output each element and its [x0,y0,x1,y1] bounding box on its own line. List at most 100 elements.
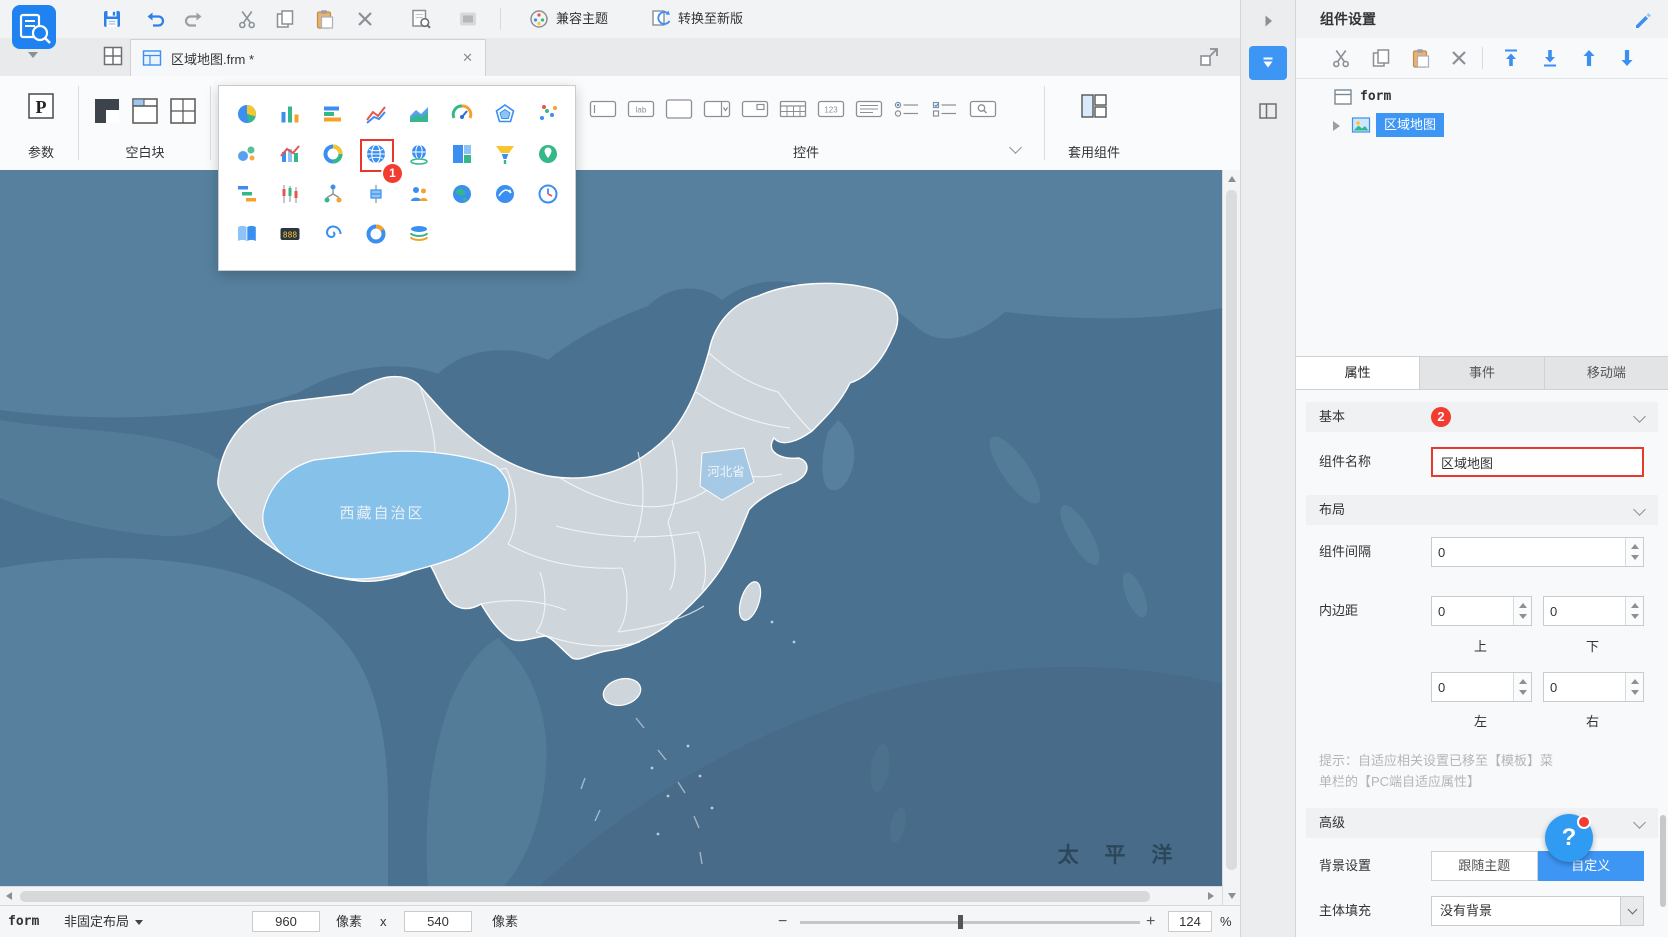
frame-widget-icon[interactable] [736,94,774,124]
zoom-out-button[interactable]: − [778,906,787,937]
tree-row-form[interactable]: form [1296,84,1668,110]
section-advanced[interactable]: 高级 [1306,808,1658,838]
tab-mobile[interactable]: 移动端 [1545,357,1668,389]
panel-copy-button[interactable] [1370,47,1392,69]
chart-icon-gis-map[interactable] [526,134,569,174]
padding-top-input[interactable] [1432,597,1513,625]
move-down-button[interactable] [1616,47,1638,69]
chart-icon-line[interactable] [354,94,397,134]
chart-icon-flow-map[interactable] [483,174,526,214]
radio-widget-icon[interactable] [888,94,926,124]
move-to-top-button[interactable] [1500,47,1522,69]
textarea-widget-icon[interactable] [660,94,698,124]
padding-right-input[interactable] [1544,673,1625,701]
zoom-slider-thumb[interactable] [958,915,963,929]
number-widget-icon[interactable]: 123 [812,94,850,124]
chart-icon-time[interactable] [526,174,569,214]
widget-settings-button[interactable] [1249,46,1287,80]
scroll-up-icon[interactable] [1228,176,1236,182]
zoom-in-button[interactable]: + [1146,906,1155,937]
search-widget-icon[interactable] [964,94,1002,124]
chart-icon-crowd[interactable] [397,174,440,214]
layout-panel-icon[interactable] [1257,100,1279,122]
delete-button[interactable] [354,8,376,30]
move-up-button[interactable] [1578,47,1600,69]
chart-icon-gantt[interactable] [225,174,268,214]
panel-cut-button[interactable] [1330,47,1352,69]
vertical-scroll-thumb[interactable] [1226,190,1237,870]
copy-button[interactable] [274,8,296,30]
padding-left-input[interactable] [1432,673,1513,701]
canvas-horizontal-scrollbar[interactable] [0,886,1222,905]
chart-icon-spiral[interactable] [311,214,354,254]
tab-properties[interactable]: 属性 [1296,357,1421,389]
zoom-value-input[interactable] [1168,911,1212,932]
absolute-block-icon[interactable] [164,94,202,128]
help-button[interactable]: ? [1545,814,1593,862]
panel-paste-button[interactable] [1410,47,1432,69]
select-widget-icon[interactable] [698,94,736,124]
padding-left-arrows[interactable] [1513,673,1531,701]
chart-icon-layer[interactable] [397,214,440,254]
chart-icon-gauge[interactable] [440,94,483,134]
paste-button[interactable] [314,8,336,30]
canvas-vertical-scrollbar[interactable] [1222,170,1240,905]
component-name-input[interactable] [1431,447,1644,477]
chart-icon-bar[interactable] [311,94,354,134]
chart-icon-earth[interactable] [440,174,483,214]
chart-icon-column[interactable] [268,94,311,134]
report-block-icon[interactable] [88,94,126,128]
chart-icon-stock[interactable] [268,174,311,214]
padding-bottom-input[interactable] [1544,597,1625,625]
reuse-components-icon[interactable] [1080,92,1108,123]
chart-icon-map[interactable]: 1 [354,134,402,183]
scroll-right-icon[interactable] [1208,892,1214,900]
body-fill-select[interactable]: 没有背景 [1431,896,1644,926]
body-fill-caret-icon[interactable] [1620,897,1643,925]
canvas-height-input[interactable] [404,911,472,932]
template-grid-icon[interactable] [102,45,124,67]
move-to-bottom-button[interactable] [1539,47,1561,69]
tab-close-icon[interactable]: ✕ [462,50,473,66]
chart-icon-bubble[interactable] [225,134,268,174]
china-map[interactable]: 西藏自治区 河北省 太 平 洋 [0,170,1222,886]
chart-icon-structure[interactable] [311,174,354,214]
scroll-down-icon[interactable] [1228,893,1236,899]
check-widget-icon[interactable] [926,94,964,124]
app-logo[interactable] [12,5,56,49]
section-basic[interactable]: 基本 2 [1306,402,1658,432]
horizontal-scroll-thumb[interactable] [20,891,1150,902]
calendar-widget-icon[interactable] [774,94,812,124]
canvas-width-input[interactable] [252,911,320,932]
design-canvas[interactable]: 西藏自治区 河北省 太 平 洋 [0,170,1222,886]
tree-node-form[interactable]: form [1360,84,1391,110]
gap-input[interactable] [1432,538,1625,566]
chart-icon-funnel[interactable] [483,134,526,174]
redo-button[interactable] [183,8,205,30]
padding-bottom-arrows[interactable] [1625,597,1643,625]
chart-icon-ring[interactable] [354,214,397,254]
padding-left-spinner[interactable] [1431,672,1532,702]
padding-bottom-spinner[interactable] [1543,596,1644,626]
gap-spinner[interactable] [1431,537,1644,567]
edit-style-icon[interactable] [1632,8,1654,30]
padding-right-spinner[interactable] [1543,672,1644,702]
gap-spin-arrows[interactable] [1625,538,1643,566]
zoom-slider[interactable] [800,921,1140,924]
preview-search-button[interactable] [410,8,432,30]
collapse-panel-icon[interactable] [1257,10,1279,32]
section-basic-chevron-icon[interactable] [1633,410,1646,423]
section-advanced-chevron-icon[interactable] [1633,816,1646,829]
scroll-left-icon[interactable] [6,892,12,900]
document-tab[interactable]: 区域地图.frm * ✕ [130,39,486,76]
convert-new-button[interactable]: 转换至新版 [678,0,743,38]
expand-caret-icon[interactable] [1333,121,1340,131]
tab-events[interactable]: 事件 [1420,357,1545,389]
layout-mode-dropdown[interactable]: 非固定布局 [64,906,144,937]
chart-icon-led[interactable]: 888 [268,214,311,254]
compat-theme-button[interactable]: 兼容主题 [556,0,608,38]
section-layout-chevron-icon[interactable] [1633,503,1646,516]
padding-right-arrows[interactable] [1625,673,1643,701]
text-widget-icon[interactable] [584,94,622,124]
lines-widget-icon[interactable] [850,94,888,124]
